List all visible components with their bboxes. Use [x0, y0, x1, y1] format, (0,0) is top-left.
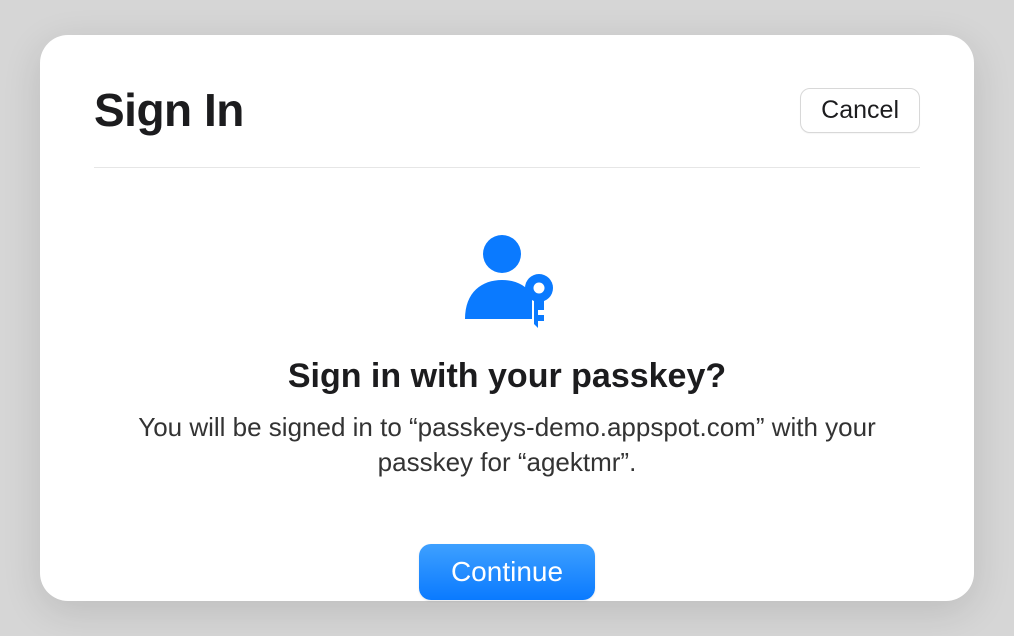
prompt-description: You will be signed in to “passkeys-demo.…: [137, 410, 877, 480]
dialog-content: Sign in with your passkey? You will be s…: [94, 168, 920, 600]
dialog-title: Sign In: [94, 83, 244, 137]
prompt-heading: Sign in with your passkey?: [288, 357, 726, 396]
dialog-header: Sign In Cancel: [94, 83, 920, 168]
continue-button[interactable]: Continue: [419, 544, 595, 600]
user-passkey-icon: [452, 224, 562, 339]
sign-in-dialog: Sign In Cancel Sign in with your passkey…: [40, 35, 974, 601]
cancel-button[interactable]: Cancel: [800, 88, 920, 133]
